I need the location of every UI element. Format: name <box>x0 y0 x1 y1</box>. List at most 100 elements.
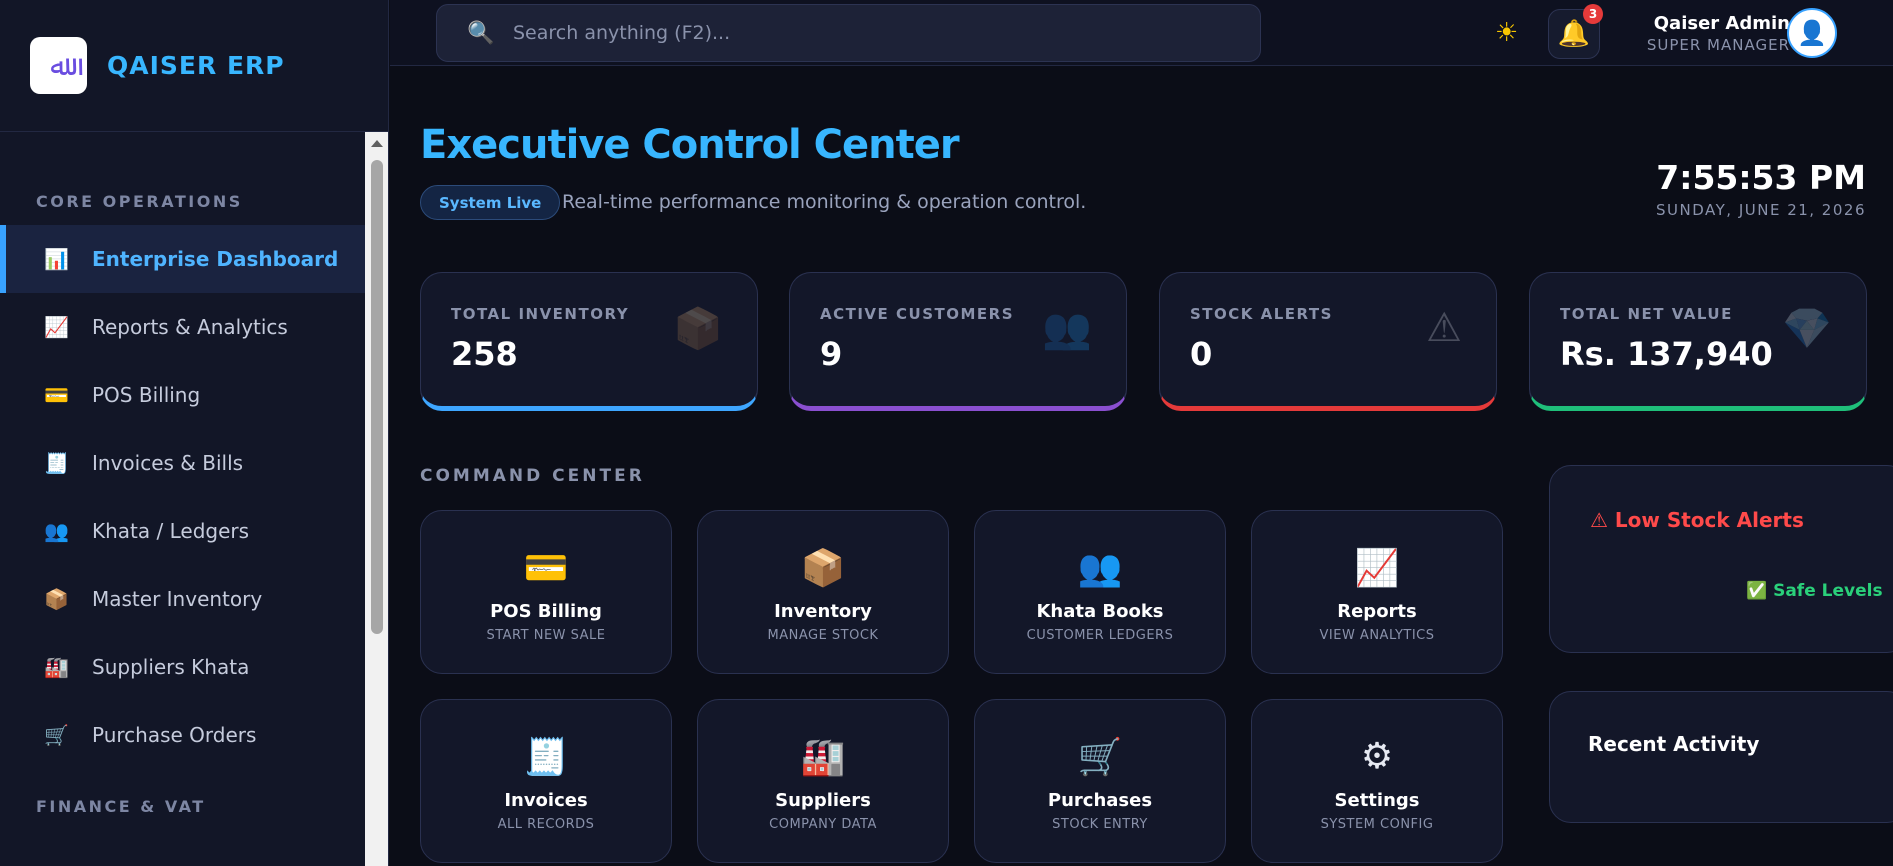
stat-label: STOCK ALERTS <box>1190 305 1333 323</box>
command-tile-sublabel: COMPANY DATA <box>769 817 877 832</box>
command-tile-label: Khata Books <box>1036 601 1164 622</box>
command-tile-sublabel: CUSTOMER LEDGERS <box>1026 628 1174 643</box>
cart-icon: 🛒 <box>44 723 69 747</box>
brand-logo: ﷲ <box>30 37 87 94</box>
user-avatar-icon: 👤 <box>1797 19 1827 47</box>
diamond-icon: 💎 <box>1782 306 1832 352</box>
credit-card-icon: 💳 <box>523 548 569 589</box>
stat-value: 9 <box>820 335 843 373</box>
clock-time: 7:55:53 PM <box>1656 158 1866 197</box>
stat-card-active-customers[interactable]: ACTIVE CUSTOMERS 9 👥 <box>789 272 1127 411</box>
credit-card-icon: 💳 <box>44 383 69 407</box>
sidebar-scrollbar[interactable] <box>365 132 388 866</box>
command-tile-settings[interactable]: ⚙ Settings SYSTEM CONFIG <box>1251 699 1503 863</box>
nav-section-finance-vat: FINANCE & VAT <box>36 797 206 816</box>
top-bar: 🔍 ☀ 🔔 3 Qaiser Admin SUPER MANAGER 👤 <box>390 0 1893 66</box>
command-tile-label: Inventory <box>774 601 872 622</box>
sidebar-item-label: Suppliers Khata <box>92 655 250 679</box>
factory-icon: 🏭 <box>800 737 846 778</box>
stat-value: 0 <box>1190 335 1213 373</box>
sidebar-item-label: Invoices & Bills <box>92 451 244 475</box>
stat-card-total-net-value[interactable]: TOTAL NET VALUE Rs. 137,940 💎 <box>1529 272 1867 411</box>
command-tile-sublabel: START NEW SALE <box>486 628 606 643</box>
low-stock-alerts-title: ⚠ Low Stock Alerts <box>1590 508 1804 532</box>
command-tile-inventory[interactable]: 📦 Inventory MANAGE STOCK <box>697 510 949 674</box>
brand-name: QAISER ERP <box>107 51 285 80</box>
people-icon: 👥 <box>1077 548 1123 589</box>
people-icon: 👥 <box>1042 306 1092 352</box>
people-icon: 👥 <box>44 519 69 543</box>
command-tile-sublabel: MANAGE STOCK <box>767 628 879 643</box>
sidebar-item-enterprise-dashboard[interactable]: 📊 Enterprise Dashboard <box>0 225 366 293</box>
stat-card-total-inventory[interactable]: TOTAL INVENTORY 258 📦 <box>420 272 758 411</box>
bar-chart-icon: 📊 <box>44 247 69 271</box>
logo-glyph: ﷲ <box>50 49 67 82</box>
sidebar-item-label: Purchase Orders <box>92 723 257 747</box>
brand[interactable]: ﷲ QAISER ERP <box>0 0 388 132</box>
warning-icon: ⚠ <box>1426 305 1462 351</box>
sidebar-item-master-inventory[interactable]: 📦 Master Inventory <box>0 565 366 633</box>
command-tile-sublabel: ALL RECORDS <box>497 817 595 832</box>
recent-activity-title: Recent Activity <box>1588 732 1760 756</box>
sidebar: ﷲ QAISER ERP CORE OPERATIONS 📊 Enterpris… <box>0 0 389 866</box>
trend-chart-icon: 📈 <box>44 315 69 339</box>
trend-chart-icon: 📈 <box>1354 548 1400 589</box>
sidebar-item-suppliers-khata[interactable]: 🏭 Suppliers Khata <box>0 633 366 701</box>
sidebar-item-pos-billing[interactable]: 💳 POS Billing <box>0 361 366 429</box>
recent-activity-panel: Recent Activity <box>1549 691 1893 823</box>
factory-icon: 🏭 <box>44 655 69 679</box>
sidebar-item-khata-ledgers[interactable]: 👥 Khata / Ledgers <box>0 497 366 565</box>
command-tile-label: POS Billing <box>490 601 602 622</box>
search-input[interactable] <box>513 22 1213 44</box>
gear-icon: ⚙ <box>1360 736 1394 777</box>
package-icon: 📦 <box>800 548 846 589</box>
low-stock-alerts-panel: ⚠ Low Stock Alerts ✅ Safe Levels <box>1549 465 1893 653</box>
user-role: SUPER MANAGER <box>1646 36 1790 54</box>
safe-levels-status: ✅ Safe Levels <box>1746 581 1883 601</box>
avatar[interactable]: 👤 <box>1787 8 1837 58</box>
command-tile-label: Invoices <box>504 790 588 811</box>
command-tile-khata-books[interactable]: 👥 Khata Books CUSTOMER LEDGERS <box>974 510 1226 674</box>
sidebar-item-purchase-orders[interactable]: 🛒 Purchase Orders <box>0 701 366 769</box>
stat-label: TOTAL NET VALUE <box>1560 305 1733 323</box>
command-tile-label: Purchases <box>1047 790 1153 811</box>
stat-label: TOTAL INVENTORY <box>451 305 630 323</box>
receipt-icon: 🧾 <box>44 451 69 475</box>
package-icon: 📦 <box>673 306 723 352</box>
sidebar-item-label: Enterprise Dashboard <box>92 247 339 271</box>
scroll-up-arrow-icon[interactable] <box>371 140 383 147</box>
stat-value: 258 <box>451 335 518 373</box>
command-tile-sublabel: VIEW ANALYTICS <box>1319 628 1435 643</box>
package-icon: 📦 <box>44 587 69 611</box>
command-tile-label: Settings <box>1334 790 1420 811</box>
sidebar-item-label: Reports & Analytics <box>92 315 288 339</box>
command-tile-invoices[interactable]: 🧾 Invoices ALL RECORDS <box>420 699 672 863</box>
receipt-icon: 🧾 <box>523 737 569 778</box>
stat-value: Rs. 137,940 <box>1560 335 1773 373</box>
command-tile-suppliers[interactable]: 🏭 Suppliers COMPANY DATA <box>697 699 949 863</box>
stat-label: ACTIVE CUSTOMERS <box>820 305 1015 323</box>
sidebar-item-reports-analytics[interactable]: 📈 Reports & Analytics <box>0 293 366 361</box>
user-name: Qaiser Admin <box>1653 13 1790 34</box>
status-badge: System Live <box>420 185 561 220</box>
page-subtitle: Real-time performance monitoring & opera… <box>562 191 1087 213</box>
command-tile-sublabel: SYSTEM CONFIG <box>1320 817 1434 832</box>
sidebar-item-label: Khata / Ledgers <box>92 519 250 543</box>
sidebar-item-invoices-bills[interactable]: 🧾 Invoices & Bills <box>0 429 366 497</box>
scroll-thumb[interactable] <box>371 160 383 634</box>
command-tile-purchases[interactable]: 🛒 Purchases STOCK ENTRY <box>974 699 1226 863</box>
nav-section-core-operations: CORE OPERATIONS <box>36 192 243 211</box>
page-title: Executive Control Center <box>420 122 960 168</box>
cart-icon: 🛒 <box>1077 737 1123 778</box>
command-tile-label: Reports <box>1337 601 1417 622</box>
command-tile-label: Suppliers <box>775 790 871 811</box>
command-tile-reports[interactable]: 📈 Reports VIEW ANALYTICS <box>1251 510 1503 674</box>
search-icon: 🔍 <box>467 20 495 46</box>
stat-card-stock-alerts[interactable]: STOCK ALERTS 0 ⚠ <box>1159 272 1497 411</box>
sidebar-item-label: Master Inventory <box>92 587 263 611</box>
clock-date: SUNDAY, JUNE 21, 2026 <box>1656 201 1866 219</box>
command-tile-pos-billing[interactable]: 💳 POS Billing START NEW SALE <box>420 510 672 674</box>
command-center-title: COMMAND CENTER <box>420 466 645 486</box>
sidebar-item-label: POS Billing <box>92 383 201 407</box>
search-box[interactable]: 🔍 <box>436 4 1261 62</box>
